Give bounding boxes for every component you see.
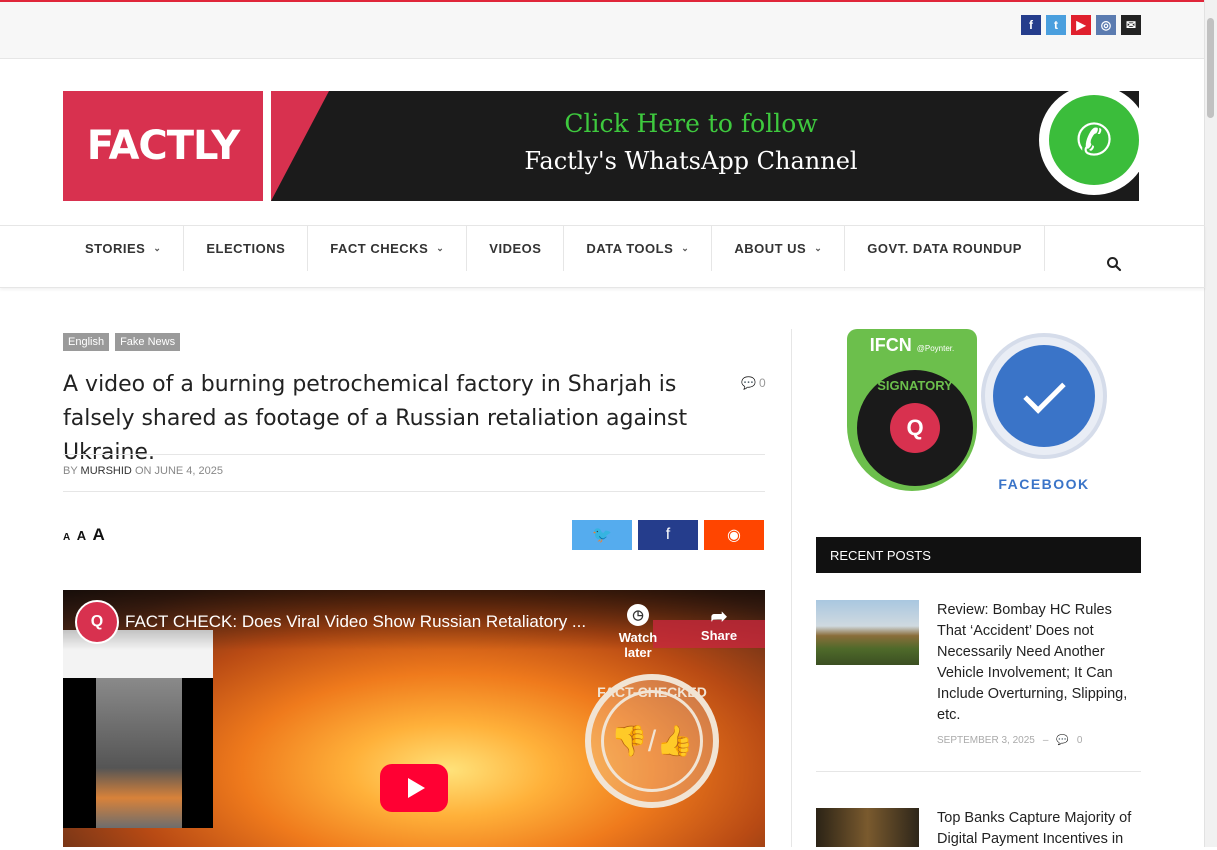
post-meta: SEPTEMBER 3, 2025 – 💬 0 [937, 735, 1082, 746]
ifcn-title: IFCN [869, 335, 912, 355]
font-small-button[interactable]: A [63, 532, 70, 543]
facebook-label: FACEBOOK [998, 476, 1090, 492]
font-size-controls: A A A [63, 525, 107, 545]
facebook-icon[interactable]: f [1021, 15, 1041, 35]
scrollbar[interactable] [1204, 0, 1217, 847]
publish-date: JUNE 4, 2025 [154, 465, 223, 477]
comment-icon: 💬 [741, 376, 756, 390]
fact-checked-stamp: FACT-CHECKED 👎/👍 [585, 674, 719, 808]
ifcn-disc: SIGNATORY Q [854, 367, 976, 489]
play-icon [407, 778, 425, 798]
video-title[interactable]: FACT CHECK: Does Viral Video Show Russia… [125, 612, 586, 632]
reddit-share-button[interactable]: ◉ [704, 520, 764, 550]
nav-item-label: STORIES [85, 241, 146, 256]
post-thumbnail[interactable] [816, 600, 919, 665]
nav-item-about-us[interactable]: ABOUT US ⌄ [712, 226, 846, 271]
font-medium-button[interactable]: A [77, 528, 86, 543]
twitter-share-button[interactable]: 🐦 [572, 520, 632, 550]
font-large-button[interactable]: A [93, 525, 105, 545]
factly-q-icon: Q [890, 403, 940, 453]
article-tags: English Fake News [63, 333, 181, 351]
facebook-share-button[interactable]: f [638, 520, 698, 550]
nav-item-label: DATA TOOLS [586, 241, 674, 256]
watch-later-label: Watch later [618, 630, 658, 660]
recent-posts-heading: RECENT POSTS [816, 537, 1141, 573]
ifcn-signatory: SIGNATORY [877, 378, 953, 393]
check-icon [1022, 370, 1066, 414]
share-buttons: 🐦 f ◉ [572, 520, 764, 550]
byline-by: BY [63, 465, 78, 477]
banner-line1: Click Here to follow [564, 109, 818, 138]
banner-line2: Factly's WhatsApp Channel [524, 147, 858, 175]
clock-icon: ◷ [627, 604, 649, 626]
nav-item-stories[interactable]: STORIES ⌄ [63, 226, 185, 271]
top-bar: f t ▶ ◎ ✉ [0, 2, 1205, 59]
logo-text: FACTLY [86, 123, 241, 169]
instagram-icon[interactable]: ◎ [1096, 15, 1116, 35]
chevron-down-icon: ⌄ [153, 243, 162, 253]
chevron-down-icon: ⌄ [436, 243, 445, 253]
twitter-icon[interactable]: t [1046, 15, 1066, 35]
nav-item-label: FACT CHECKS [330, 241, 429, 256]
tag-fake-news[interactable]: Fake News [115, 333, 181, 351]
content-divider [791, 329, 792, 847]
main-nav: STORIES ⌄ ELECTIONS FACT CHECKS ⌄ VIDEOS DATA … [0, 225, 1205, 288]
facebook-partner-badge[interactable] [981, 333, 1107, 459]
nav-item-label: GOVT. DATA ROUNDUP [867, 241, 1022, 256]
stamp-label: FACT-CHECKED [597, 684, 707, 700]
share-arrow-icon: ➦ [710, 606, 728, 628]
author-link[interactable]: MURSHID [81, 465, 132, 477]
scrollbar-thumb[interactable] [1207, 18, 1214, 118]
post-thumbnail[interactable] [816, 808, 919, 847]
watch-later-button[interactable]: ◷ Watch later [604, 604, 672, 660]
email-icon[interactable]: ✉ [1121, 15, 1141, 35]
nav-item-elections[interactable]: ELECTIONS [184, 226, 309, 271]
thumbs-icon: 👎/👍 [601, 690, 703, 792]
ifcn-badge[interactable]: IFCN @Poynter. SIGNATORY Q [847, 329, 977, 491]
nav-item-label: ELECTIONS [206, 241, 286, 256]
byline-on: ON [134, 465, 152, 477]
meta-separator: – [1042, 735, 1049, 746]
site-logo[interactable]: FACTLY [63, 91, 263, 201]
video-smoke-image [96, 678, 182, 828]
banner-accent [271, 91, 329, 201]
divider [63, 491, 765, 492]
video-embed[interactable]: Q FACT CHECK: Does Viral Video Show Russ… [63, 590, 765, 847]
tag-english[interactable]: English [63, 333, 110, 351]
search-icon[interactable] [1106, 256, 1122, 272]
post-date: SEPTEMBER 3, 2025 [937, 735, 1035, 746]
post-comment-count: 0 [1076, 735, 1083, 746]
nav-item-label: VIDEOS [489, 241, 542, 256]
whatsapp-banner[interactable]: Click Here to follow Factly's WhatsApp C… [271, 91, 1139, 201]
social-links: f t ▶ ◎ ✉ [1021, 15, 1141, 35]
nav-item-fact-checks[interactable]: FACT CHECKS ⌄ [308, 226, 468, 271]
divider [63, 454, 765, 455]
nav-item-govt-data-roundup[interactable]: GOVT. DATA ROUNDUP [845, 226, 1045, 271]
youtube-icon[interactable]: ▶ [1071, 15, 1091, 35]
whatsapp-icon: ✆ [1039, 91, 1139, 195]
chevron-down-icon: ⌄ [681, 243, 690, 253]
nav-item-data-tools[interactable]: DATA TOOLS ⌄ [564, 226, 713, 271]
divider [816, 771, 1141, 772]
post-title[interactable]: Top Banks Capture Majority of Digital Pa… [937, 808, 1143, 850]
post-title[interactable]: Review: Bombay HC Rules That ‘Accident’ … [937, 600, 1143, 726]
video-phone-inset [63, 630, 213, 828]
ifcn-title-row: IFCN @Poynter. [847, 335, 977, 356]
nav-item-label: ABOUT US [734, 241, 807, 256]
play-button[interactable] [380, 764, 448, 812]
nav-item-videos[interactable]: VIDEOS [467, 226, 565, 271]
comment-count: 0 [758, 376, 766, 390]
video-share-label: Share [700, 628, 738, 643]
byline: BY MURSHID ON JUNE 4, 2025 [63, 465, 223, 477]
comment-count-link[interactable]: 💬 0 [741, 376, 766, 390]
chevron-down-icon: ⌄ [814, 243, 823, 253]
video-share-button[interactable]: ➦ Share [689, 604, 749, 643]
comment-icon: 💬 [1056, 735, 1069, 746]
nav-items: STORIES ⌄ ELECTIONS FACT CHECKS ⌄ VIDEOS DATA … [63, 226, 1045, 271]
ifcn-poynter: @Poynter. [916, 344, 955, 353]
channel-avatar[interactable]: Q [75, 600, 119, 644]
